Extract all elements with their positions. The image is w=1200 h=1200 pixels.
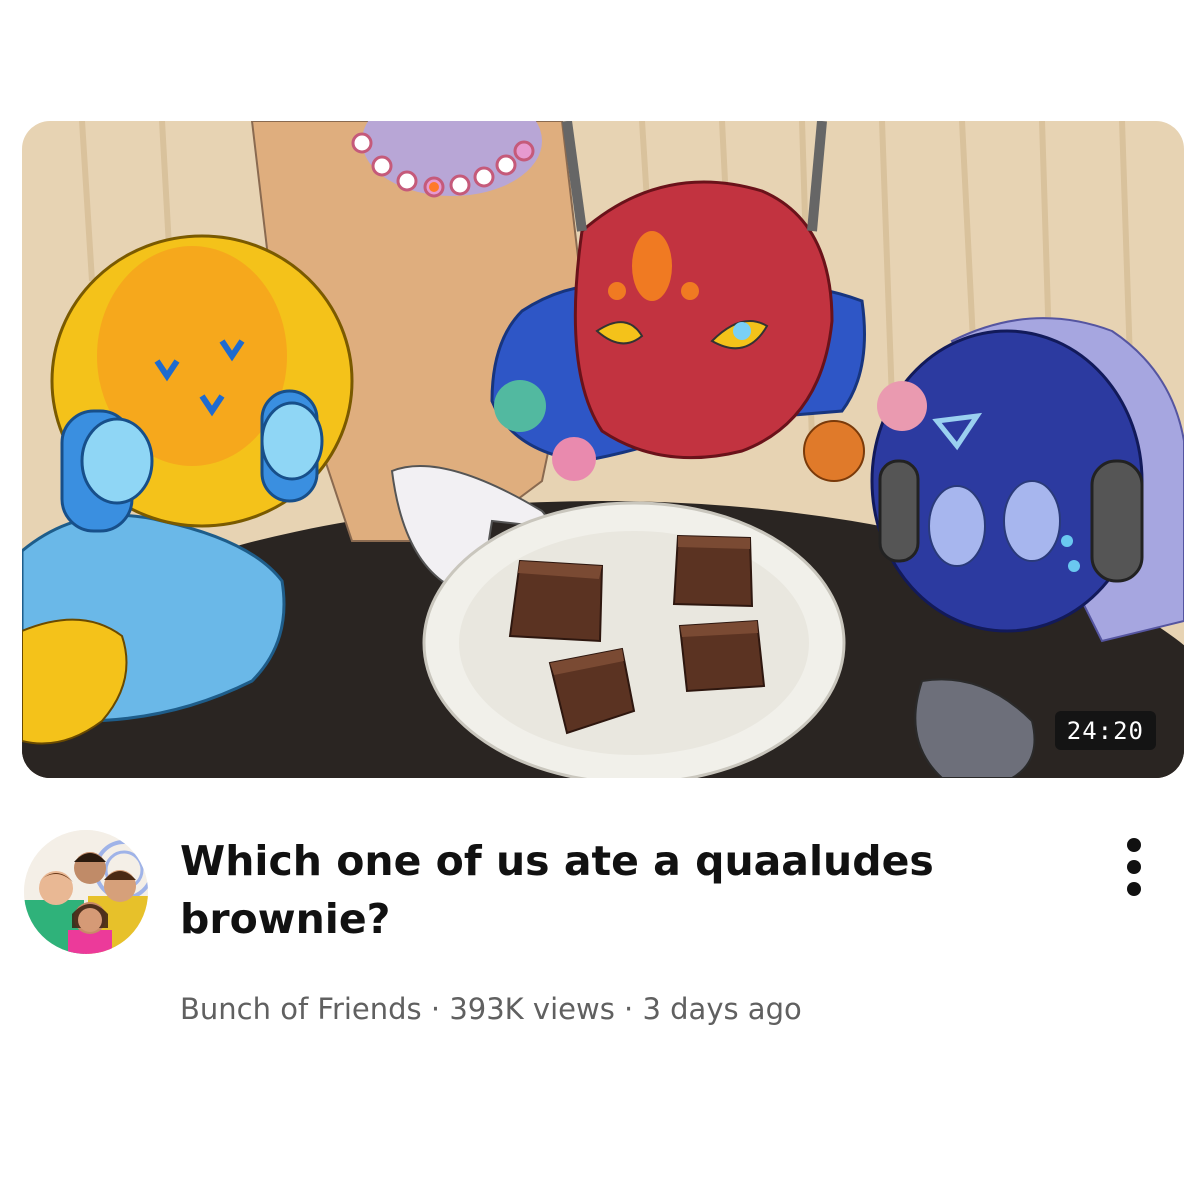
channel-avatar[interactable] [24,830,148,954]
more-vert-icon-dot [1127,882,1141,896]
video-thumbnail[interactable]: 24:20 [22,121,1184,778]
upload-age: 3 days ago [642,992,802,1026]
meta-separator: · [624,992,634,1026]
video-title[interactable]: Which one of us ate a quaaludes brownie? [180,832,1060,948]
more-vert-icon [1127,838,1141,852]
channel-name[interactable]: Bunch of Friends [180,992,422,1026]
avatar-image [24,830,148,954]
meta-separator: · [430,992,441,1026]
view-count: 393K views [449,992,615,1026]
video-metadata: Bunch of Friends · 393K views · 3 days a… [180,992,802,1026]
more-vert-icon-dot [1127,860,1141,874]
more-options-button[interactable] [1110,832,1158,902]
thumbnail-illustration [22,121,1184,778]
duration-badge: 24:20 [1054,711,1156,750]
